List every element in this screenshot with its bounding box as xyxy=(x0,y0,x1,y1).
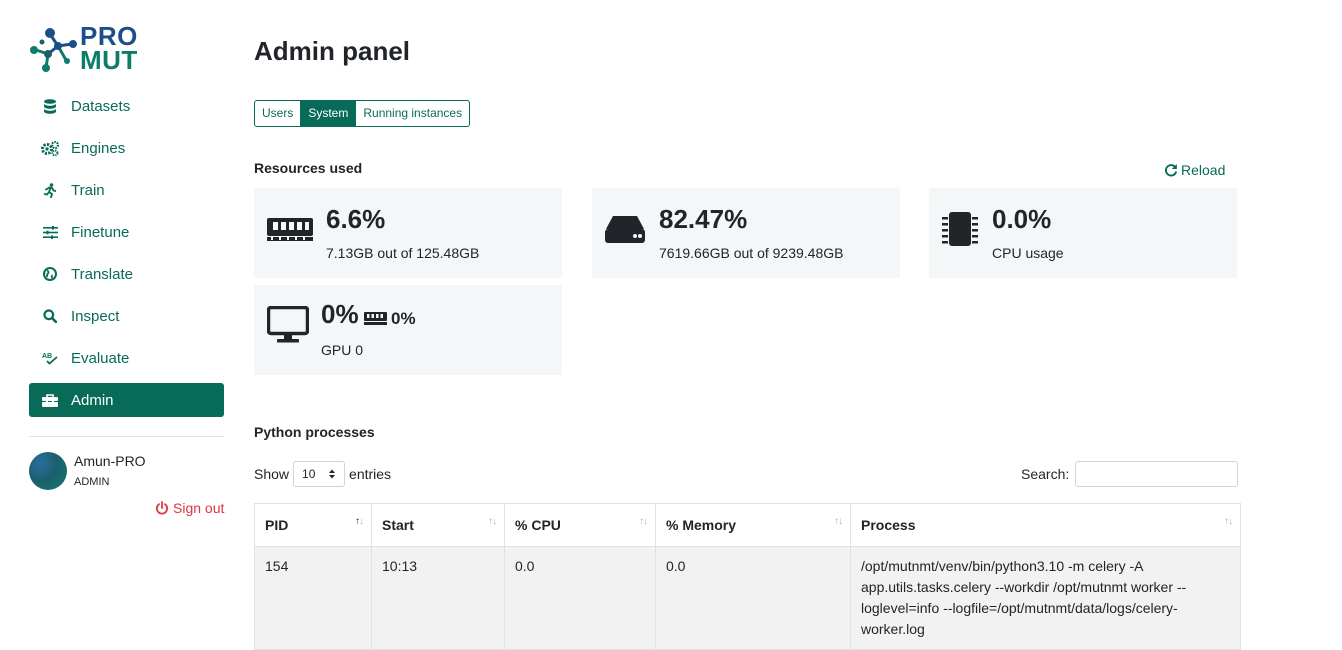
column-header-process[interactable]: Process ↑↓ xyxy=(850,503,1241,547)
sidebar-item-label: Inspect xyxy=(71,307,120,325)
select-arrows-icon xyxy=(329,469,336,479)
sidebar-item-label: Admin xyxy=(71,391,114,409)
gpu-detail: GPU 0 xyxy=(321,342,364,358)
sidebar-item-translate[interactable]: Translate xyxy=(29,257,224,291)
cpu-card: 0.0% CPU usage xyxy=(929,188,1237,278)
search-input[interactable] xyxy=(1075,461,1239,487)
page-length-select[interactable]: 10 xyxy=(293,461,346,487)
monitor-icon xyxy=(267,306,309,343)
disk-percent: 82.47% xyxy=(659,204,748,234)
column-header-label: Process xyxy=(861,517,916,533)
sidebar-item-label: Translate xyxy=(71,265,133,283)
page-length-value: 10 xyxy=(302,467,316,481)
entries-label: entries xyxy=(349,466,392,482)
show-label: Show xyxy=(254,466,290,482)
gpu-percent: 0% xyxy=(321,299,359,329)
user-name: Amun-PRO xyxy=(74,453,146,469)
cell-process: /opt/mutnmt/venv/bin/python3.10 -m celer… xyxy=(850,546,1241,650)
sidebar-item-admin[interactable]: Admin xyxy=(29,383,224,417)
sidebar-nav: Datasets Engines Train Finetune Translat… xyxy=(29,89,224,425)
sidebar-item-label: Finetune xyxy=(71,223,130,241)
disk-detail: 7619.66GB out of 9239.48GB xyxy=(659,245,844,261)
sidebar-item-train[interactable]: Train xyxy=(29,173,224,207)
sign-out-label: Sign out xyxy=(173,500,225,516)
ram-percent: 6.6% xyxy=(326,204,386,234)
logo-text: PRO MUT xyxy=(80,23,138,75)
gpu-card: 0% 0% GPU 0 xyxy=(254,285,562,375)
entries-length-control: Show 10 entries xyxy=(254,461,391,487)
memory-icon xyxy=(267,218,313,241)
sidebar-item-inspect[interactable]: Inspect xyxy=(29,299,224,333)
processes-table: PID ↑↓ Start ↑↓ % CPU ↑↓ % Memory ↑↓ Process… xyxy=(254,503,1241,650)
sidebar-item-finetune[interactable]: Finetune xyxy=(29,215,224,249)
cpu-percent: 0.0% xyxy=(992,204,1052,234)
sidebar-item-label: Train xyxy=(71,181,105,199)
column-header-label: % Memory xyxy=(666,517,737,533)
ram-card: 6.6% 7.13GB out of 125.48GB xyxy=(254,188,562,278)
sidebar-divider xyxy=(29,436,224,437)
sidebar-item-datasets[interactable]: Datasets xyxy=(29,89,224,123)
sort-icon: ↑↓ xyxy=(488,516,497,527)
promut-logo[interactable]: PRO MUT xyxy=(28,23,148,76)
logo-molecule-icon xyxy=(30,28,77,72)
sidebar-item-evaluate[interactable]: AB Evaluate xyxy=(29,341,224,375)
page-title: Admin panel xyxy=(254,36,411,66)
sort-icon: ↑↓ xyxy=(639,516,648,527)
table-search: Search: xyxy=(1021,461,1239,487)
spellcheck-icon: AB xyxy=(29,351,71,365)
toolbox-icon xyxy=(29,393,71,407)
globe-icon xyxy=(29,267,71,281)
tab-users[interactable]: Users xyxy=(255,101,302,126)
tab-system[interactable]: System xyxy=(301,101,357,126)
cell-start: 10:13 xyxy=(371,546,505,650)
gpu-memory-icon xyxy=(364,312,387,325)
column-header-memory[interactable]: % Memory ↑↓ xyxy=(655,503,851,547)
search-icon xyxy=(29,309,71,323)
running-icon xyxy=(29,182,71,198)
table-row: 154 10:13 0.0 0.0 /opt/mutnmt/venv/bin/p… xyxy=(254,546,1241,650)
search-label: Search: xyxy=(1021,466,1070,482)
column-header-label: Start xyxy=(382,517,414,533)
cpu-detail: CPU usage xyxy=(992,245,1064,261)
cell-pid: 154 xyxy=(254,546,372,650)
tab-running-instances[interactable]: Running instances xyxy=(356,101,469,126)
sidebar: PRO MUT Datasets Engines Train Finetune … xyxy=(0,0,240,640)
sidebar-item-label: Evaluate xyxy=(71,349,130,367)
sort-icon: ↑↓ xyxy=(1224,516,1233,527)
ram-detail: 7.13GB out of 125.48GB xyxy=(326,245,480,261)
svg-text:AB: AB xyxy=(42,353,52,360)
processes-title: Python processes xyxy=(254,424,375,440)
reload-label: Reload xyxy=(1181,162,1226,178)
resources-title: Resources used xyxy=(254,160,363,176)
column-header-label: % CPU xyxy=(515,517,561,533)
sign-out-link[interactable]: Sign out xyxy=(155,500,224,516)
sort-ascending-icon: ↑↓ xyxy=(355,516,364,527)
column-header-label: PID xyxy=(265,517,289,533)
column-header-start[interactable]: Start ↑↓ xyxy=(371,503,505,547)
table-header-row: PID ↑↓ Start ↑↓ % CPU ↑↓ % Memory ↑↓ Process… xyxy=(254,503,1241,547)
gpu-memory-percent: 0% xyxy=(391,309,416,328)
disk-card: 82.47% 7619.66GB out of 9239.48GB xyxy=(592,188,900,278)
sidebar-item-label: Datasets xyxy=(71,97,131,115)
gears-icon xyxy=(29,140,71,156)
avatar[interactable] xyxy=(29,452,67,490)
cpu-chip-icon xyxy=(942,212,978,246)
column-header-cpu[interactable]: % CPU ↑↓ xyxy=(504,503,656,547)
logo-text-mut: MUT xyxy=(80,45,138,75)
cell-memory: 0.0 xyxy=(655,546,851,650)
cell-cpu: 0.0 xyxy=(504,546,656,650)
database-icon xyxy=(29,98,71,114)
sort-icon: ↑↓ xyxy=(834,516,843,527)
hard-drive-icon xyxy=(605,216,645,243)
admin-tabs: Users System Running instances xyxy=(254,100,471,127)
reload-icon xyxy=(1165,164,1178,177)
column-header-pid[interactable]: PID ↑↓ xyxy=(254,503,372,547)
sidebar-item-engines[interactable]: Engines xyxy=(29,131,224,165)
sidebar-item-label: Engines xyxy=(71,139,126,157)
sliders-icon xyxy=(29,225,71,239)
power-icon xyxy=(155,501,169,515)
reload-button[interactable]: Reload xyxy=(1164,162,1225,178)
user-role: ADMIN xyxy=(74,476,110,488)
